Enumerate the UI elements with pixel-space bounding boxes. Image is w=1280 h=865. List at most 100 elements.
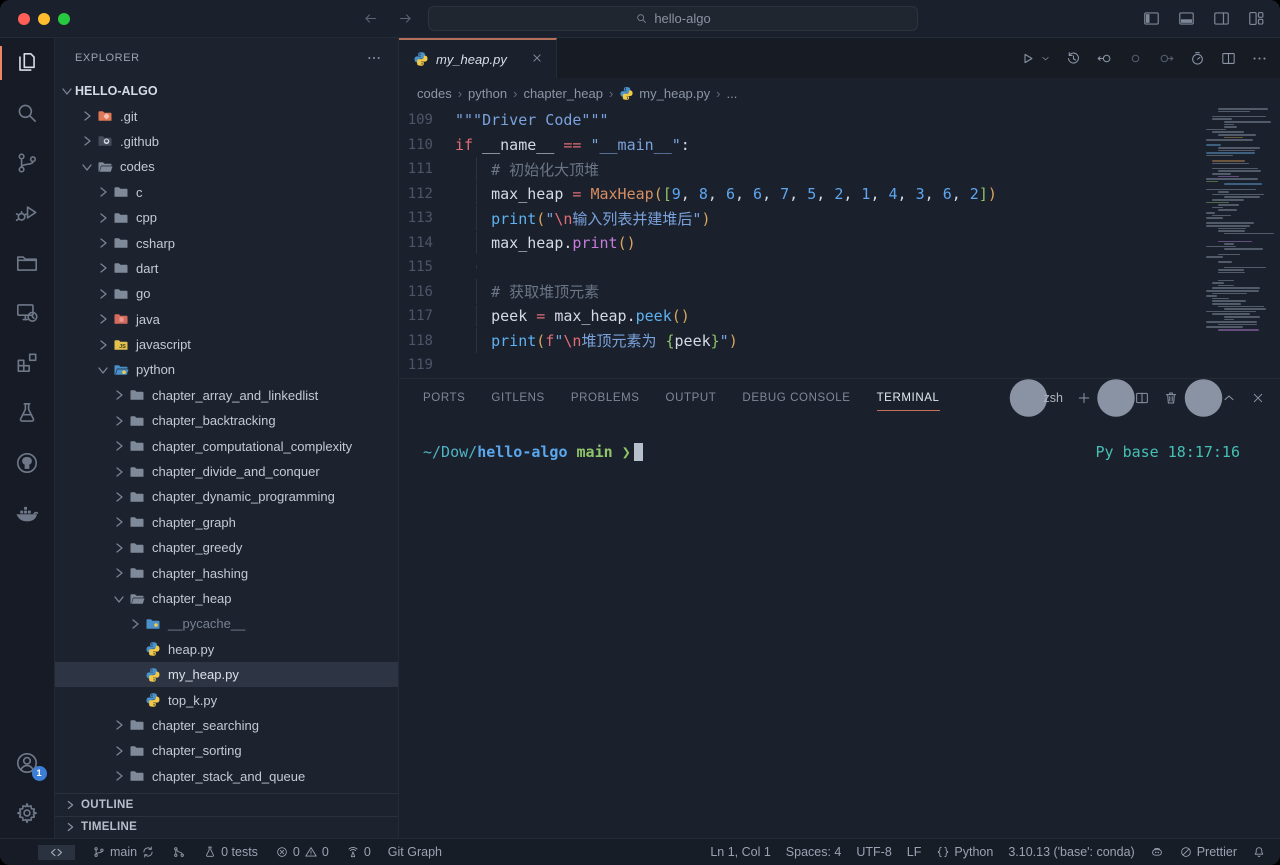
tree-item-chapter-hashing[interactable]: chapter_hashing: [55, 560, 398, 585]
language-mode[interactable]: Python: [936, 845, 993, 859]
python-interpreter[interactable]: 3.10.13 ('base': conda): [1008, 845, 1134, 859]
tree-item-chapter-divide-and-conquer[interactable]: chapter_divide_and_conquer: [55, 459, 398, 484]
activity-project-manager[interactable]: [0, 238, 55, 288]
navigate-forward-button[interactable]: [1158, 50, 1175, 67]
zoom-window-button[interactable]: [58, 13, 70, 25]
profile-button[interactable]: [1189, 50, 1206, 67]
tree-item--github[interactable]: .github: [55, 129, 398, 154]
code-line[interactable]: 110if __name__ == "__main__":: [399, 133, 1280, 158]
terminal[interactable]: ~/Dow/hello-algo main ❯ Py base 18:17:16: [399, 417, 1280, 838]
tree-item-heap-py[interactable]: heap.py: [55, 637, 398, 662]
breadcrumb-item[interactable]: codes: [417, 86, 452, 101]
encoding[interactable]: UTF-8: [856, 845, 891, 859]
prettier-status[interactable]: Prettier: [1179, 845, 1237, 859]
kill-terminal-button[interactable]: [1163, 390, 1179, 406]
eol[interactable]: LF: [907, 845, 922, 859]
code-line[interactable]: 112 max_heap = MaxHeap([9, 8, 6, 6, 7, 5…: [399, 182, 1280, 207]
tree-item-chapter-searching[interactable]: chapter_searching: [55, 713, 398, 738]
shell-icon[interactable]: [1022, 390, 1038, 406]
tests-status[interactable]: 0 tests: [203, 845, 258, 859]
close-panel-button[interactable]: [1250, 390, 1266, 406]
command-center-search[interactable]: hello-algo: [428, 6, 918, 31]
tree-item--pycache-[interactable]: __pycache__: [55, 611, 398, 636]
tree-item-chapter-backtracking[interactable]: chapter_backtracking: [55, 408, 398, 433]
tree-item-c[interactable]: c: [55, 180, 398, 205]
tree-item-chapter-stack-and-queue[interactable]: chapter_stack_and_queue: [55, 764, 398, 789]
settings-button[interactable]: [0, 788, 55, 838]
toggle-primary-sidebar-button[interactable]: [1142, 9, 1161, 28]
split-terminal-button[interactable]: [1134, 390, 1150, 406]
minimize-window-button[interactable]: [38, 13, 50, 25]
tree-item-chapter-graph[interactable]: chapter_graph: [55, 510, 398, 535]
panel-tab-ports[interactable]: PORTS: [423, 379, 465, 417]
navigate-circle-button[interactable]: [1127, 50, 1144, 67]
panel-tab-gitlens[interactable]: GITLENS: [491, 379, 544, 417]
activity-source-control[interactable]: [0, 138, 55, 188]
activity-testing[interactable]: [0, 388, 55, 438]
navigate-forward-icon[interactable]: [397, 10, 414, 27]
panel-tab-problems[interactable]: PROBLEMS: [571, 379, 640, 417]
terminal-dropdown[interactable]: [1105, 390, 1121, 406]
tree-item-chapter-heap[interactable]: chapter_heap: [55, 586, 398, 611]
toggle-panel-button[interactable]: [1177, 9, 1196, 28]
breadcrumb-item[interactable]: chapter_heap: [523, 86, 603, 101]
panel-tab-debug-console[interactable]: DEBUG CONSOLE: [742, 379, 850, 417]
breadcrumb-item[interactable]: my_heap.py: [619, 86, 710, 101]
toggle-secondary-sidebar-button[interactable]: [1212, 9, 1231, 28]
activity-search[interactable]: [0, 88, 55, 138]
tree-item-top-k-py[interactable]: top_k.py: [55, 687, 398, 712]
git-graph-label[interactable]: Git Graph: [388, 845, 442, 859]
section-outline[interactable]: OUTLINE: [55, 793, 398, 816]
navigate-back-icon[interactable]: [362, 10, 379, 27]
tree-item-cpp[interactable]: cpp: [55, 205, 398, 230]
close-window-button[interactable]: [18, 13, 30, 25]
branch-status[interactable]: main: [92, 845, 155, 859]
tab-my-heap[interactable]: my_heap.py: [399, 38, 557, 78]
run-dropdown[interactable]: [1040, 53, 1051, 64]
tree-item-csharp[interactable]: csharp: [55, 230, 398, 255]
remote-indicator[interactable]: [38, 845, 75, 860]
breadcrumb-item[interactable]: ...: [726, 86, 737, 101]
indentation[interactable]: Spaces: 4: [786, 845, 842, 859]
tree-item-java[interactable]: java: [55, 307, 398, 332]
tree-item-my-heap-py[interactable]: my_heap.py: [55, 662, 398, 687]
history-button[interactable]: [1065, 50, 1082, 67]
tree-root[interactable]: HELLO-ALGO: [55, 78, 398, 103]
tree-item-dart[interactable]: dart: [55, 256, 398, 281]
tree-item-go[interactable]: go: [55, 281, 398, 306]
git-graph-button[interactable]: [172, 845, 186, 859]
run-button[interactable]: [1019, 50, 1036, 67]
accounts-button[interactable]: 1: [0, 738, 55, 788]
section-timeline[interactable]: TIMELINE: [55, 816, 398, 839]
code-line[interactable]: 113 print("\n输入列表并建堆后"): [399, 206, 1280, 231]
navigate-back-button[interactable]: [1096, 50, 1113, 67]
tree-item-chapter-sorting[interactable]: chapter_sorting: [55, 738, 398, 763]
tree-item-chapter-computational-complexity[interactable]: chapter_computational_complexity: [55, 433, 398, 458]
more-actions-button[interactable]: [1251, 50, 1268, 67]
breadcrumb-item[interactable]: python: [468, 86, 507, 101]
code-line[interactable]: 111 # 初始化大顶堆: [399, 157, 1280, 182]
maximize-panel-button[interactable]: [1221, 390, 1237, 406]
customize-layout-button[interactable]: [1247, 9, 1266, 28]
notifications[interactable]: [1252, 845, 1266, 859]
activity-github[interactable]: [0, 438, 55, 488]
activity-remote-explorer[interactable]: [0, 288, 55, 338]
panel-tab-output[interactable]: OUTPUT: [666, 379, 717, 417]
tree-item-chapter-dynamic-programming[interactable]: chapter_dynamic_programming: [55, 484, 398, 509]
tree-item-javascript[interactable]: JSjavascript: [55, 332, 398, 357]
activity-run-and-debug[interactable]: [0, 188, 55, 238]
new-terminal-button[interactable]: [1076, 390, 1092, 406]
close-tab-icon[interactable]: [530, 51, 546, 67]
activity-explorer[interactable]: [0, 38, 55, 88]
tree-item-codes[interactable]: codes: [55, 154, 398, 179]
problems-status[interactable]: 00: [275, 845, 329, 859]
cursor-position[interactable]: Ln 1, Col 1: [710, 845, 770, 859]
copilot-status[interactable]: [1150, 845, 1164, 859]
tree-item-chapter-greedy[interactable]: chapter_greedy: [55, 535, 398, 560]
tree-item-chapter-array-and-linkedlist[interactable]: chapter_array_and_linkedlist: [55, 383, 398, 408]
activity-extensions[interactable]: [0, 338, 55, 388]
panel-tab-terminal[interactable]: TERMINAL: [877, 379, 940, 417]
tree-item-python[interactable]: python: [55, 357, 398, 382]
ports-status[interactable]: 0: [346, 845, 371, 859]
activity-docker[interactable]: [0, 488, 55, 538]
